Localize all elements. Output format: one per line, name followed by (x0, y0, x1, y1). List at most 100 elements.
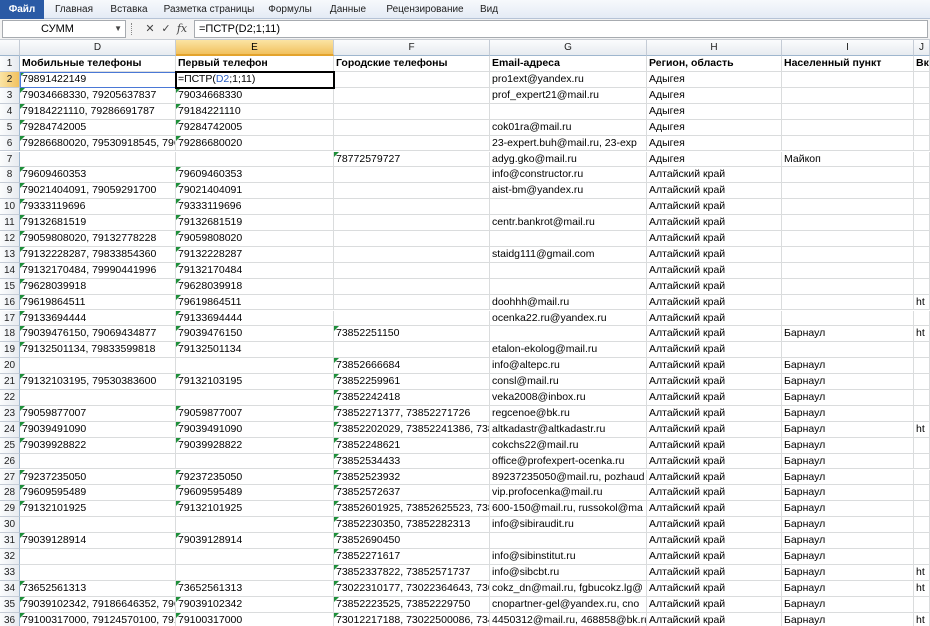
table-cell-g[interactable]: pro1ext@yandex.ru (490, 72, 647, 88)
table-cell-f[interactable]: 73852202029, 73852241386, 7385 (334, 421, 490, 438)
table-cell-g[interactable]: adyg.gko@mail.ru (490, 151, 647, 168)
table-cell-g[interactable]: regcenoe@bk.ru (490, 405, 647, 422)
table-cell-e[interactable]: 79184221110 (176, 103, 334, 120)
table-cell-j[interactable] (914, 437, 930, 454)
row-number[interactable]: 5 (0, 119, 20, 136)
table-cell-f[interactable]: 73852666684 (334, 358, 490, 375)
table-cell-e[interactable] (176, 151, 334, 168)
column-header-i[interactable]: I (782, 40, 914, 56)
table-cell-h[interactable]: Алтайский край (647, 374, 782, 390)
table-cell-g[interactable]: ocenka22.ru@yandex.ru (490, 310, 647, 327)
table-cell-j[interactable] (914, 358, 930, 375)
table-cell-i[interactable] (782, 135, 914, 152)
table-cell-f[interactable] (334, 167, 490, 184)
table-cell-d[interactable] (20, 453, 176, 470)
table-cell-h[interactable]: Алтайский край (647, 310, 782, 327)
table-cell-g[interactable] (490, 533, 647, 549)
table-cell-i[interactable] (782, 167, 914, 184)
table-cell-j[interactable] (914, 167, 930, 184)
table-cell-i[interactable] (782, 199, 914, 216)
formula-bar-grip[interactable] (131, 23, 135, 35)
table-cell-g[interactable]: info@altepc.ru (490, 358, 647, 375)
table-cell-g[interactable]: info@sibcbt.ru (490, 564, 647, 581)
table-cell-f[interactable]: 73012217188, 73022500086, 7345 (334, 612, 490, 626)
table-cell-h[interactable]: Алтайский край (647, 167, 782, 184)
table-cell-g[interactable]: cokz_dn@mail.ru, fgbucokz.lg@ (490, 580, 647, 597)
table-cell-g[interactable]: info@sibinstitut.ru (490, 549, 647, 565)
table-cell-g[interactable]: aist-bm@yandex.ru (490, 183, 647, 200)
table-cell-j[interactable] (914, 469, 930, 486)
tab-page-layout[interactable]: Разметка страницы (160, 0, 258, 19)
table-cell-j[interactable]: ht (914, 580, 930, 597)
table-cell-d[interactable]: 79619864511 (20, 294, 176, 311)
table-cell-d[interactable]: 79132101925 (20, 501, 176, 518)
tab-formulas[interactable]: Формулы (264, 0, 316, 19)
table-cell-h[interactable]: Алтайский край (647, 390, 782, 406)
row-number[interactable]: 13 (0, 246, 20, 263)
table-cell-j[interactable] (914, 246, 930, 263)
table-cell-e[interactable]: 79039491090 (176, 421, 334, 438)
table-cell-i[interactable] (782, 246, 914, 263)
table-cell-i[interactable] (782, 278, 914, 295)
table-cell-f[interactable] (334, 294, 490, 311)
table-cell-j[interactable] (914, 278, 930, 295)
table-cell-e[interactable]: 79039476150 (176, 326, 334, 343)
table-cell-h[interactable]: Алтайский край (647, 437, 782, 454)
active-cell-editor[interactable]: =ПСТР(D2;1;11) (175, 71, 335, 89)
row-number[interactable]: 7 (0, 151, 20, 168)
table-cell-h[interactable]: Алтайский край (647, 469, 782, 486)
table-cell-d[interactable]: 79333119696 (20, 199, 176, 216)
table-cell-j[interactable]: ht (914, 294, 930, 311)
table-cell-e[interactable] (176, 358, 334, 375)
table-cell-e[interactable]: 79133694444 (176, 310, 334, 327)
table-cell-f[interactable] (334, 199, 490, 216)
table-cell-g[interactable]: 23-expert.buh@mail.ru, 23-exp (490, 135, 647, 152)
table-cell-i[interactable] (782, 342, 914, 359)
table-cell-g[interactable] (490, 326, 647, 343)
table-cell-h[interactable]: Адыгея (647, 72, 782, 88)
table-cell-e[interactable] (176, 564, 334, 581)
table-cell-h[interactable]: Адыгея (647, 135, 782, 152)
row-number[interactable]: 15 (0, 278, 20, 295)
tab-data[interactable]: Данные (324, 0, 372, 19)
row-number[interactable]: 4 (0, 103, 20, 120)
tab-insert[interactable]: Вставка (104, 0, 154, 19)
table-cell-j[interactable] (914, 199, 930, 216)
table-cell-g[interactable]: centr.bankrot@mail.ru (490, 215, 647, 231)
table-cell-f[interactable] (334, 87, 490, 104)
table-cell-i[interactable]: Барнаул (782, 564, 914, 581)
header-cell[interactable]: Регион, область (647, 56, 782, 72)
table-cell-e[interactable]: 79034668330 (176, 87, 334, 104)
table-cell-f[interactable]: 73852223525, 73852229750 (334, 596, 490, 613)
table-cell-d[interactable] (20, 564, 176, 581)
table-cell-h[interactable]: Алтайский край (647, 612, 782, 626)
table-cell-d[interactable]: 79132681519 (20, 215, 176, 231)
table-cell-e[interactable]: 79284742005 (176, 119, 334, 136)
table-cell-j[interactable] (914, 405, 930, 422)
table-cell-i[interactable] (782, 72, 914, 88)
header-cell[interactable]: Городские телефоны (334, 56, 490, 72)
header-cell[interactable]: Email-адреса (490, 56, 647, 72)
table-cell-e[interactable]: 79039128914 (176, 533, 334, 549)
table-cell-g[interactable]: doohhh@mail.ru (490, 294, 647, 311)
table-cell-e[interactable]: 79609460353 (176, 167, 334, 184)
row-number[interactable]: 29 (0, 501, 20, 518)
table-cell-d[interactable] (20, 390, 176, 406)
table-cell-h[interactable]: Адыгея (647, 103, 782, 120)
table-cell-g[interactable] (490, 278, 647, 295)
table-cell-e[interactable] (176, 453, 334, 470)
table-cell-e[interactable] (176, 517, 334, 534)
table-cell-g[interactable]: etalon-ekolog@mail.ru (490, 342, 647, 359)
table-cell-h[interactable]: Алтайский край (647, 262, 782, 279)
formula-input[interactable]: =ПСТР(D2;1;11) (194, 20, 928, 38)
row-number[interactable]: 34 (0, 580, 20, 597)
table-cell-d[interactable]: 79132501134, 79833599818 (20, 342, 176, 359)
table-cell-h[interactable]: Алтайский край (647, 199, 782, 216)
table-cell-d[interactable] (20, 358, 176, 375)
table-cell-f[interactable]: 78772579727 (334, 151, 490, 168)
table-cell-f[interactable]: 73852523932 (334, 469, 490, 486)
tab-file[interactable]: Файл (0, 0, 44, 19)
table-cell-d[interactable]: 79034668330, 79205637837 (20, 87, 176, 104)
table-cell-f[interactable] (334, 262, 490, 279)
row-number[interactable]: 17 (0, 310, 20, 327)
